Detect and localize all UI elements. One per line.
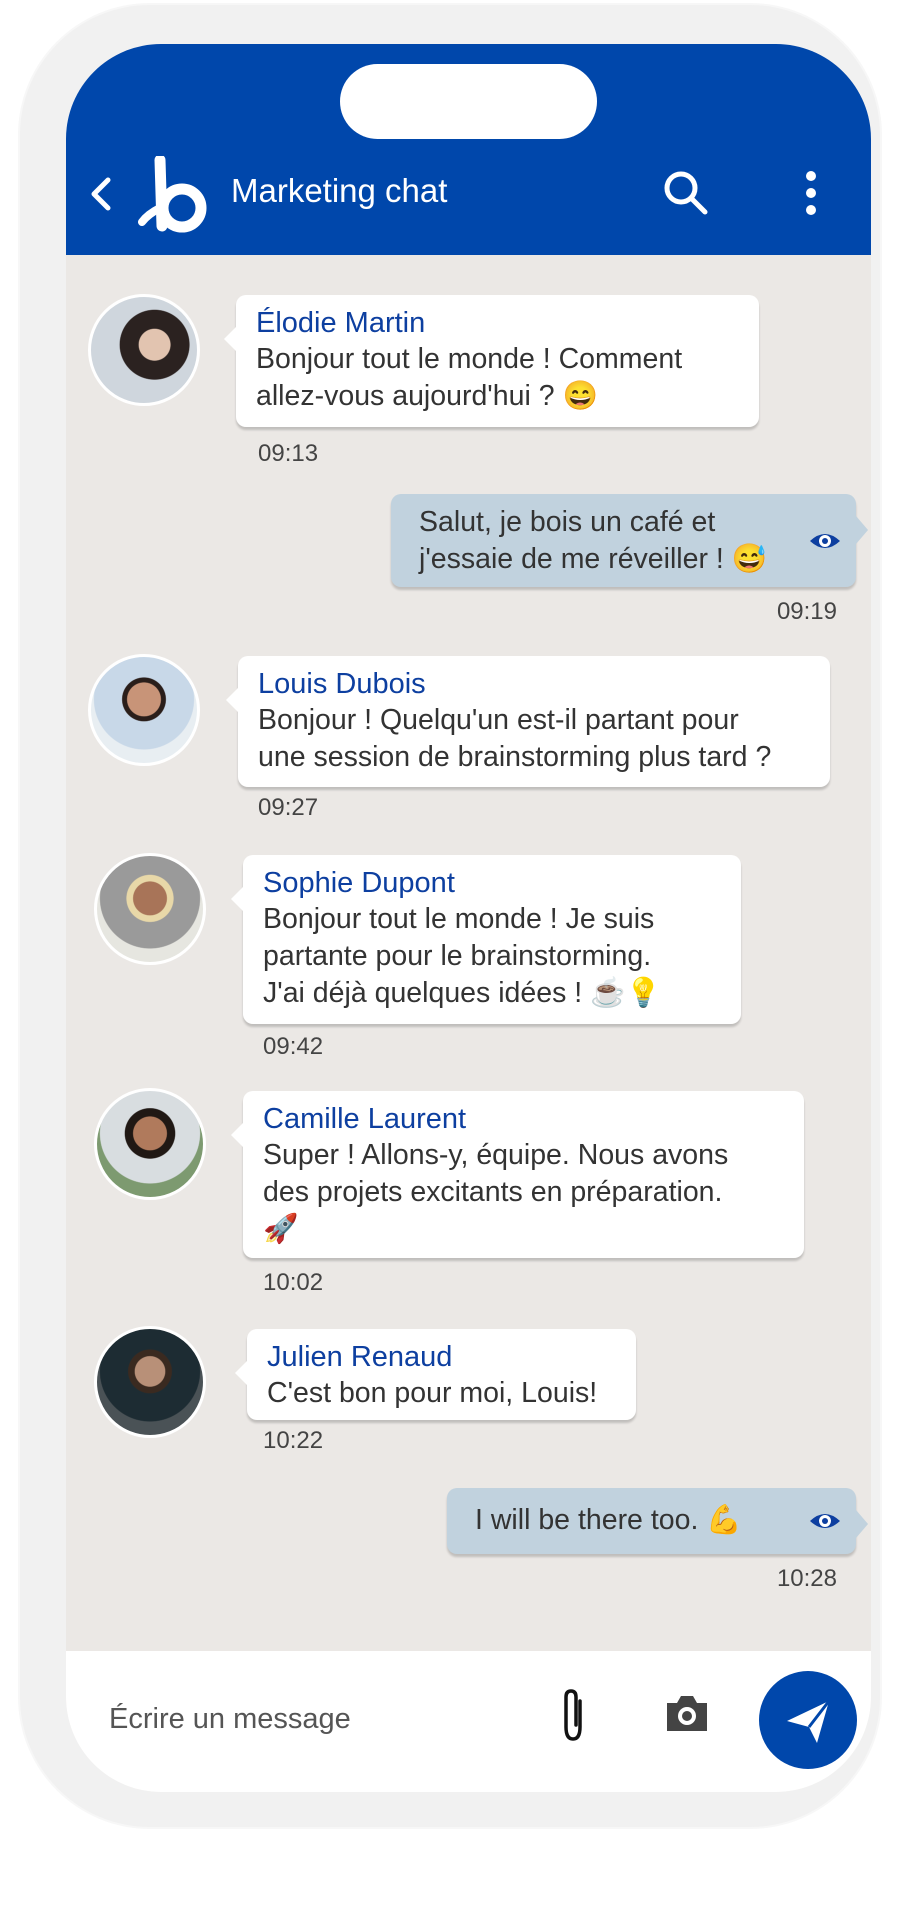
send-button[interactable] <box>759 1671 857 1769</box>
sender-name: Élodie Martin <box>256 307 426 339</box>
message-bubble[interactable]: Camille Laurent Super ! Allons-y, équipe… <box>231 1091 804 1258</box>
chevron-left-icon[interactable] <box>82 172 122 216</box>
message-text: Salut, je bois un café et j'essaie de me… <box>419 506 768 575</box>
avatar-camille[interactable] <box>94 1088 206 1200</box>
camera-icon[interactable] <box>663 1691 711 1735</box>
message-bubble[interactable]: Julien Renaud C'est bon pour moi, Louis! <box>235 1329 636 1420</box>
message-text: Super ! Allons-y, équipe. Nous avons des… <box>263 1139 729 1245</box>
message-time: 09:13 <box>258 440 319 467</box>
message-bubble[interactable]: Sophie Dupont Bonjour tout le monde ! Je… <box>231 855 741 1024</box>
dynamic-island <box>340 64 597 139</box>
eye-icon <box>810 1514 840 1528</box>
avatar-julien[interactable] <box>94 1326 206 1438</box>
paperclip-icon[interactable] <box>556 1687 590 1743</box>
avatar-elodie[interactable] <box>88 294 200 406</box>
phone-screen: Marketing chat Élodie Martin Bonjour tou… <box>66 44 871 1792</box>
message-text: Bonjour tout le monde ! Comment allez-vo… <box>256 343 683 412</box>
message-time: 10:02 <box>263 1269 324 1296</box>
message-time: 09:19 <box>776 598 837 625</box>
sender-name: Julien Renaud <box>267 1341 453 1373</box>
message-text: I will be there too. 💪 <box>475 1504 742 1536</box>
message-composer: Écrire un message <box>66 1651 871 1792</box>
message-bubble-sent[interactable]: Salut, je bois un café et j'essaie de me… <box>391 494 868 587</box>
message-text: Bonjour ! Quelqu'un est-il partant pour … <box>258 704 772 773</box>
search-icon[interactable] <box>661 168 711 218</box>
message-time: 10:28 <box>776 1565 837 1592</box>
more-vertical-icon[interactable] <box>796 168 826 218</box>
message-bubble-sent[interactable]: I will be there too. 💪 <box>447 1488 868 1554</box>
avatar-louis[interactable] <box>88 654 200 766</box>
message-bubble[interactable]: Élodie Martin Bonjour tout le monde ! Co… <box>224 295 759 427</box>
sender-name: Camille Laurent <box>263 1103 467 1135</box>
message-input[interactable]: Écrire un message <box>109 1703 351 1736</box>
send-icon <box>787 1700 831 1743</box>
message-text: Bonjour tout le monde ! Je suis partante… <box>263 903 662 1009</box>
avatar-sophie[interactable] <box>94 853 206 965</box>
message-text: C'est bon pour moi, Louis! <box>267 1377 598 1409</box>
sender-name: Sophie Dupont <box>263 867 455 899</box>
chat-header: Marketing chat <box>66 44 871 255</box>
message-time: 10:22 <box>263 1427 324 1454</box>
sender-name: Louis Dubois <box>258 668 426 700</box>
chat-title: Marketing chat <box>231 172 448 209</box>
message-time: 09:42 <box>263 1033 324 1060</box>
message-list[interactable]: Élodie Martin Bonjour tout le monde ! Co… <box>66 255 871 1651</box>
message-bubble[interactable]: Louis Dubois Bonjour ! Quelqu'un est-il … <box>226 656 830 787</box>
message-time: 09:27 <box>258 794 319 821</box>
phone-frame: Marketing chat Élodie Martin Bonjour tou… <box>20 5 880 1827</box>
eye-icon <box>810 533 840 548</box>
logo-icon <box>138 156 207 233</box>
